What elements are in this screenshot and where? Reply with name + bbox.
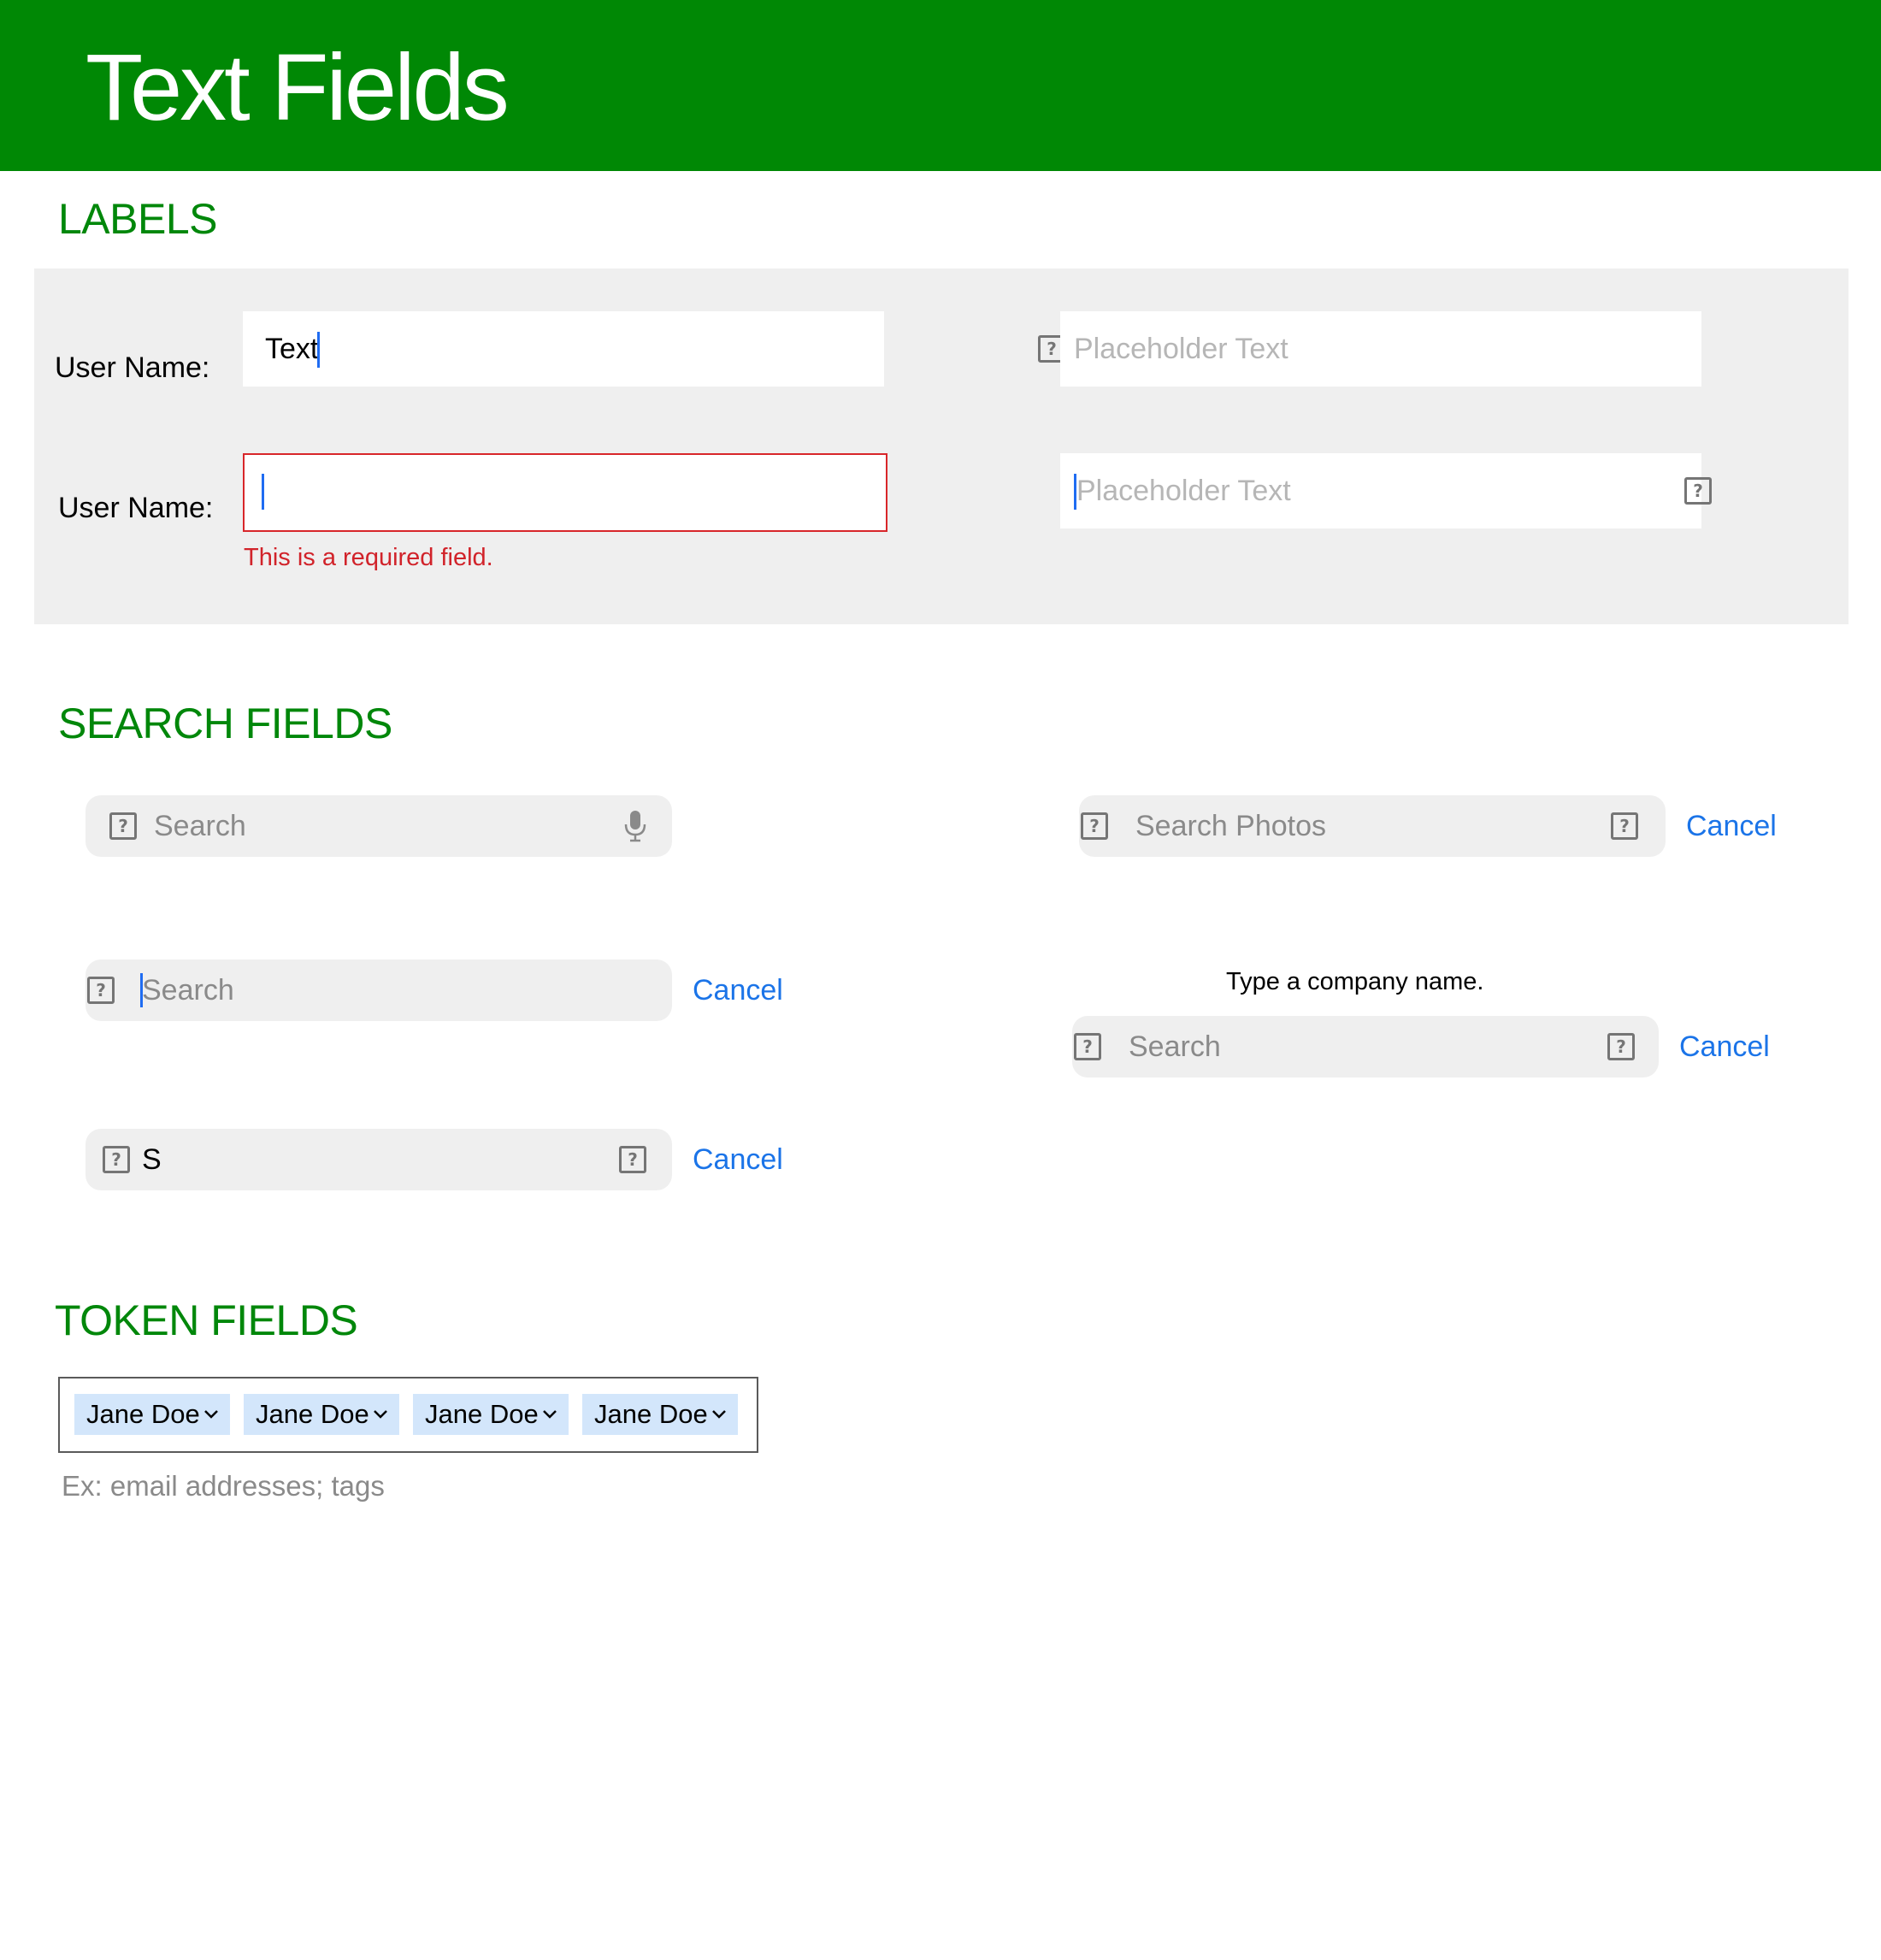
cancel-button[interactable]: Cancel: [1686, 809, 1777, 843]
text-cursor: [317, 332, 320, 368]
placeholder-field[interactable]: Placeholder Text: [1060, 311, 1701, 387]
search-photos-placeholder: Search Photos: [1135, 810, 1327, 842]
chevron-down-icon[interactable]: [372, 1394, 389, 1447]
cancel-button[interactable]: Cancel: [693, 973, 783, 1007]
token-field[interactable]: Jane Doe Jane Doe Jane Doe Jane Doe: [58, 1377, 758, 1453]
search-icon: ?: [109, 812, 137, 840]
token-section-title: TOKEN FIELDS: [55, 1296, 358, 1344]
user-name-field-value: Text: [265, 333, 319, 365]
search-prompt: Type a company name.: [1226, 968, 1484, 995]
required-field-error: This is a required field.: [244, 544, 493, 571]
token-label: Jane Doe: [594, 1399, 708, 1429]
search-icon: ?: [87, 977, 115, 1004]
clear-icon[interactable]: ?: [619, 1146, 646, 1173]
text-cursor: [262, 474, 264, 510]
token[interactable]: Jane Doe: [582, 1394, 738, 1435]
labels-section-title: LABELS: [58, 195, 218, 243]
placeholder-field-focused[interactable]: Placeholder Text ?: [1060, 453, 1712, 528]
token-field-hint: Ex: email addresses; tags: [62, 1470, 385, 1502]
clear-icon[interactable]: ?: [1611, 812, 1638, 840]
user-name-field[interactable]: Text ?: [243, 311, 1065, 387]
search-field-typed[interactable]: ? S ?: [86, 1129, 672, 1190]
chevron-down-icon[interactable]: [203, 1394, 220, 1447]
search-placeholder: Search: [154, 810, 246, 842]
placeholder-field-text-2: Placeholder Text: [1076, 475, 1291, 507]
search-placeholder: Search: [1129, 1030, 1221, 1063]
search-icon: ?: [103, 1146, 130, 1173]
search-company-field[interactable]: ? Search ?: [1072, 1016, 1659, 1077]
search-photos-field[interactable]: ? Search Photos ?: [1079, 795, 1666, 857]
search-section-title: SEARCH FIELDS: [58, 700, 392, 747]
labels-panel: User Name: Text ? Placeholder Text User …: [34, 269, 1849, 624]
microphone-icon[interactable]: [622, 809, 649, 843]
cancel-button[interactable]: Cancel: [693, 1142, 783, 1177]
search-placeholder: Search: [142, 974, 234, 1007]
page-header: Text Fields: [0, 0, 1881, 171]
token[interactable]: Jane Doe: [413, 1394, 569, 1435]
clear-icon[interactable]: ?: [1607, 1033, 1635, 1060]
token-label: Jane Doe: [86, 1399, 200, 1429]
user-name-field-error[interactable]: [243, 453, 887, 532]
token[interactable]: Jane Doe: [74, 1394, 230, 1435]
user-name-label: User Name:: [55, 351, 210, 384]
token-label: Jane Doe: [256, 1399, 369, 1429]
search-icon: ?: [1074, 1033, 1101, 1060]
token-label: Jane Doe: [425, 1399, 539, 1429]
chevron-down-icon[interactable]: [711, 1394, 728, 1447]
search-field-focused[interactable]: ? Search: [86, 959, 672, 1021]
user-name-label-2: User Name:: [58, 492, 214, 524]
cancel-button[interactable]: Cancel: [1679, 1030, 1770, 1064]
page-title: Text Fields: [86, 35, 510, 140]
search-value: S: [142, 1143, 162, 1176]
placeholder-field-text: Placeholder Text: [1074, 333, 1288, 365]
clear-icon[interactable]: ?: [1684, 477, 1712, 505]
chevron-down-icon[interactable]: [541, 1394, 558, 1447]
token[interactable]: Jane Doe: [244, 1394, 399, 1435]
search-icon: ?: [1081, 812, 1108, 840]
search-field-mic[interactable]: ? Search: [86, 795, 672, 857]
